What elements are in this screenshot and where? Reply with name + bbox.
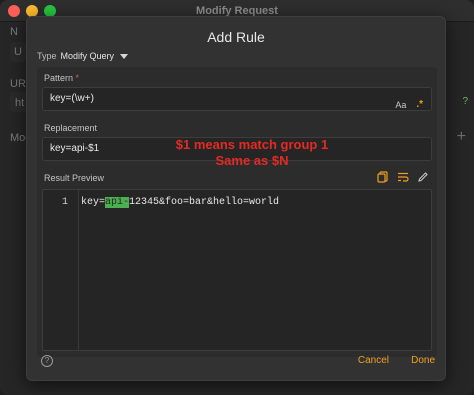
type-row: Type Modify Query (37, 51, 129, 61)
dialog-title: Add Rule (207, 29, 265, 45)
type-label: Type (37, 51, 57, 61)
result-preview-label: Result Preview (44, 173, 105, 183)
bg-add-icon: + (456, 128, 466, 145)
preview-code-line: key=api-12345&foo=bar&hello=world (81, 197, 279, 208)
replacement-label: Replacement (44, 123, 98, 133)
type-select[interactable]: Modify Query (61, 51, 129, 61)
help-icon[interactable]: ? (41, 355, 53, 367)
annotation-line-1: $1 means match group 1 (175, 137, 329, 152)
regex-icon[interactable]: .* (416, 94, 423, 116)
required-mark: * (75, 73, 80, 83)
close-window-button[interactable] (8, 5, 20, 17)
replacement-value: key=api-$1 (50, 143, 100, 154)
pattern-options: Aa .* (395, 94, 423, 116)
rule-panel: Pattern * key=(\w+) Aa .* Replacement ke… (37, 67, 437, 357)
chevron-down-icon (120, 53, 129, 59)
done-button[interactable]: Done (411, 355, 435, 366)
pattern-value: key=(\w+) (50, 93, 94, 104)
type-select-value: Modify Query (60, 51, 115, 61)
case-sensitive-icon[interactable]: Aa (395, 94, 406, 116)
bg-label-name: N (10, 26, 18, 38)
wrap-icon[interactable] (397, 171, 409, 183)
annotation-line-2: Same as $N (215, 153, 289, 168)
add-rule-dialog: Add Rule Type Modify Query Pattern * key… (26, 16, 446, 381)
bg-hint: ? (462, 96, 468, 107)
line-gutter: 1 (43, 190, 79, 350)
preview-prefix: key= (81, 197, 106, 208)
cancel-button[interactable]: Cancel (358, 355, 389, 366)
pencil-icon[interactable] (417, 171, 429, 183)
annotation: $1 means match group 1 Same as $N (157, 137, 347, 169)
line-number: 1 (61, 197, 68, 208)
result-preview-editor[interactable]: 1 key=api-12345&foo=bar&hello=world (42, 189, 432, 351)
preview-toolbar (377, 171, 429, 183)
pattern-input[interactable]: key=(\w+) Aa .* (42, 87, 432, 111)
copy-icon[interactable] (377, 171, 389, 183)
bg-name-value: U (14, 46, 22, 58)
pattern-label-text: Pattern (44, 73, 74, 83)
preview-suffix: 12345&foo=bar&hello=world (129, 197, 280, 208)
bg-url-value: ht (15, 97, 25, 109)
pattern-label: Pattern * (44, 73, 79, 83)
preview-highlight: api- (105, 197, 130, 208)
